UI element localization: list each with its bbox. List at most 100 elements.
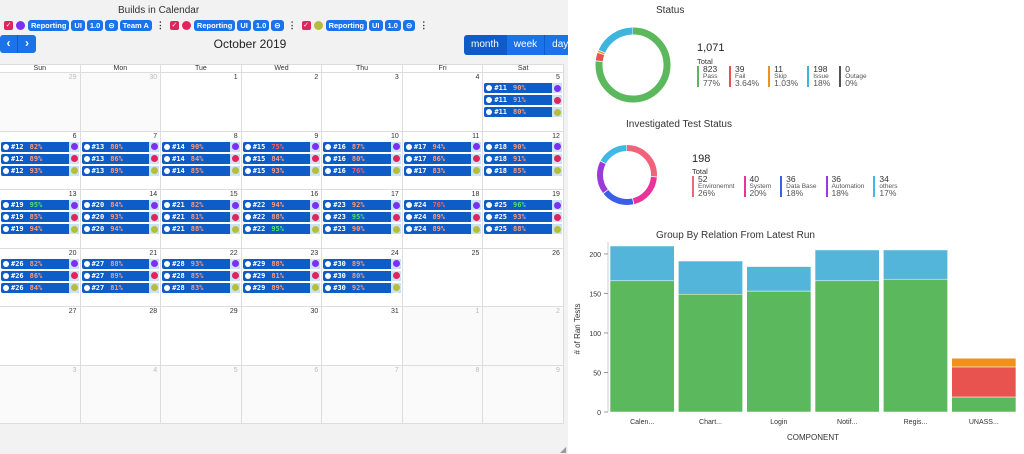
bar-segment[interactable]	[951, 357, 1017, 368]
build-event[interactable]: #24 89%	[403, 212, 482, 222]
build-event[interactable]: #30 92%	[323, 282, 401, 293]
day-cell[interactable]: 21 #27 88% #27 89% #27 81%	[80, 248, 162, 306]
day-cell[interactable]: 2	[483, 307, 564, 365]
prev-month-button[interactable]: ‹	[0, 35, 18, 53]
bar-segment[interactable]	[609, 280, 675, 413]
bar-segment[interactable]	[678, 260, 743, 295]
filter-checkbox[interactable]: ✓	[301, 20, 311, 30]
build-event[interactable]: #16 80%	[323, 153, 401, 164]
day-cell[interactable]: 19 #25 96% #25 93% #25 88%	[483, 190, 564, 248]
day-cell[interactable]: 15 #21 82% #21 81% #21 88%	[161, 190, 242, 248]
day-cell[interactable]: 26	[483, 248, 564, 306]
build-event[interactable]: #19 95%	[1, 200, 79, 210]
build-event[interactable]: #11 80%	[484, 107, 562, 117]
day-cell[interactable]: 11 #17 94% #17 86% #17 83%	[402, 131, 484, 189]
day-cell[interactable]: 30	[241, 307, 323, 365]
day-cell[interactable]: 23 #29 88% #29 81% #29 89%	[241, 248, 323, 306]
build-event[interactable]: #12 89%	[1, 153, 79, 164]
build-event[interactable]: #17 94%	[403, 141, 482, 152]
day-cell[interactable]: 10 #16 87% #16 80% #16 76%	[322, 131, 403, 189]
build-event[interactable]: #15 84%	[242, 153, 321, 164]
build-event[interactable]: #29 88%	[242, 258, 321, 269]
build-event[interactable]: #12 82%	[1, 141, 79, 152]
day-cell[interactable]: 29	[161, 307, 242, 365]
bar-segment[interactable]	[746, 266, 812, 292]
build-event[interactable]: #14 90%	[162, 141, 240, 152]
build-event[interactable]: #11 90%	[484, 83, 562, 93]
build-event[interactable]: #13 89%	[81, 165, 160, 176]
day-cell[interactable]: 5 #11 90% #11 91% #11 80%	[483, 73, 564, 131]
build-event[interactable]: #26 82%	[1, 258, 79, 269]
day-cell[interactable]: 3	[322, 73, 403, 131]
day-cell[interactable]: 13 #19 95% #19 85% #19 94%	[0, 190, 81, 248]
build-event[interactable]: #25 96%	[484, 200, 562, 210]
day-cell[interactable]: 6	[241, 365, 323, 423]
day-cell[interactable]: 4	[402, 73, 484, 131]
day-cell[interactable]: 25	[402, 248, 484, 306]
build-event[interactable]: #24 76%	[403, 200, 482, 210]
day-cell[interactable]: 7	[322, 365, 403, 423]
bar-segment[interactable]	[746, 290, 812, 413]
build-event[interactable]: #22 95%	[242, 224, 321, 234]
day-cell[interactable]: 20 #26 82% #26 86% #26 84%	[0, 248, 81, 306]
bar-segment[interactable]	[883, 249, 948, 280]
build-event[interactable]: #18 91%	[484, 153, 562, 164]
build-event[interactable]: #19 94%	[1, 224, 79, 234]
filter-checkbox[interactable]: ✓	[4, 20, 13, 30]
view-month-button[interactable]: month	[464, 35, 507, 55]
build-event[interactable]: #28 83%	[162, 282, 240, 293]
bar-segment[interactable]	[678, 293, 743, 413]
bar-segment[interactable]	[609, 245, 675, 282]
build-event[interactable]: #13 80%	[81, 141, 160, 152]
day-cell[interactable]: 17 #23 92% #23 95% #23 90%	[322, 190, 403, 248]
day-cell[interactable]: 12 #18 90% #18 91% #18 85%	[483, 131, 564, 189]
filter-checkbox[interactable]: ✓	[169, 20, 179, 30]
day-cell[interactable]: 30	[80, 73, 162, 131]
build-event[interactable]: #24 89%	[403, 224, 482, 234]
day-cell[interactable]: 16 #22 94% #22 88% #22 95%	[241, 190, 323, 248]
build-event[interactable]: #19 85%	[1, 212, 79, 222]
build-event[interactable]: #29 81%	[242, 270, 321, 281]
view-week-button[interactable]: week	[506, 35, 546, 55]
build-event[interactable]: #20 93%	[81, 212, 160, 222]
build-event[interactable]: #22 88%	[242, 212, 321, 222]
build-event[interactable]: #28 85%	[162, 270, 240, 281]
build-event[interactable]: #29 89%	[242, 282, 321, 293]
resize-handle-icon[interactable]: ◢	[560, 445, 566, 454]
day-cell[interactable]: 27	[0, 307, 81, 365]
build-event[interactable]: #22 94%	[242, 200, 321, 210]
build-event[interactable]: #18 85%	[484, 165, 562, 176]
build-event[interactable]: #20 84%	[81, 200, 160, 210]
bar-segment[interactable]	[883, 278, 948, 413]
day-cell[interactable]: 1	[161, 73, 242, 131]
build-event[interactable]: #16 87%	[323, 141, 401, 152]
build-event[interactable]: #23 90%	[323, 224, 401, 234]
build-event[interactable]: #11 91%	[484, 95, 562, 105]
build-event[interactable]: #12 93%	[1, 165, 79, 176]
bar-segment[interactable]	[951, 396, 1017, 413]
day-cell[interactable]: 22 #28 93% #28 85% #28 83%	[161, 248, 242, 306]
day-cell[interactable]: 8 #14 90% #14 84% #14 85%	[161, 131, 242, 189]
build-event[interactable]: #27 89%	[81, 270, 160, 281]
build-event[interactable]: #30 89%	[323, 258, 401, 269]
build-event[interactable]: #28 93%	[162, 258, 240, 269]
next-month-button[interactable]: ›	[18, 35, 36, 53]
day-cell[interactable]: 2	[241, 73, 323, 131]
build-event[interactable]: #15 75%	[242, 141, 321, 152]
day-cell[interactable]: 4	[80, 365, 162, 423]
build-event[interactable]: #17 83%	[403, 165, 482, 176]
day-cell[interactable]: 28	[80, 307, 162, 365]
build-event[interactable]: #13 86%	[81, 153, 160, 164]
build-event[interactable]: #14 84%	[162, 153, 240, 164]
build-event[interactable]: #25 88%	[484, 224, 562, 234]
build-event[interactable]: #21 88%	[162, 224, 240, 234]
build-event[interactable]: #26 86%	[1, 270, 79, 281]
filter-menu-icon[interactable]: ⋮	[288, 20, 297, 31]
day-cell[interactable]: 1	[402, 307, 484, 365]
day-cell[interactable]: 8	[402, 365, 484, 423]
bar-segment[interactable]	[814, 280, 880, 413]
day-cell[interactable]: 7 #13 80% #13 86% #13 89%	[80, 131, 162, 189]
build-event[interactable]: #14 85%	[162, 165, 240, 176]
build-event[interactable]: #26 84%	[1, 282, 79, 293]
build-event[interactable]: #23 95%	[323, 212, 401, 222]
